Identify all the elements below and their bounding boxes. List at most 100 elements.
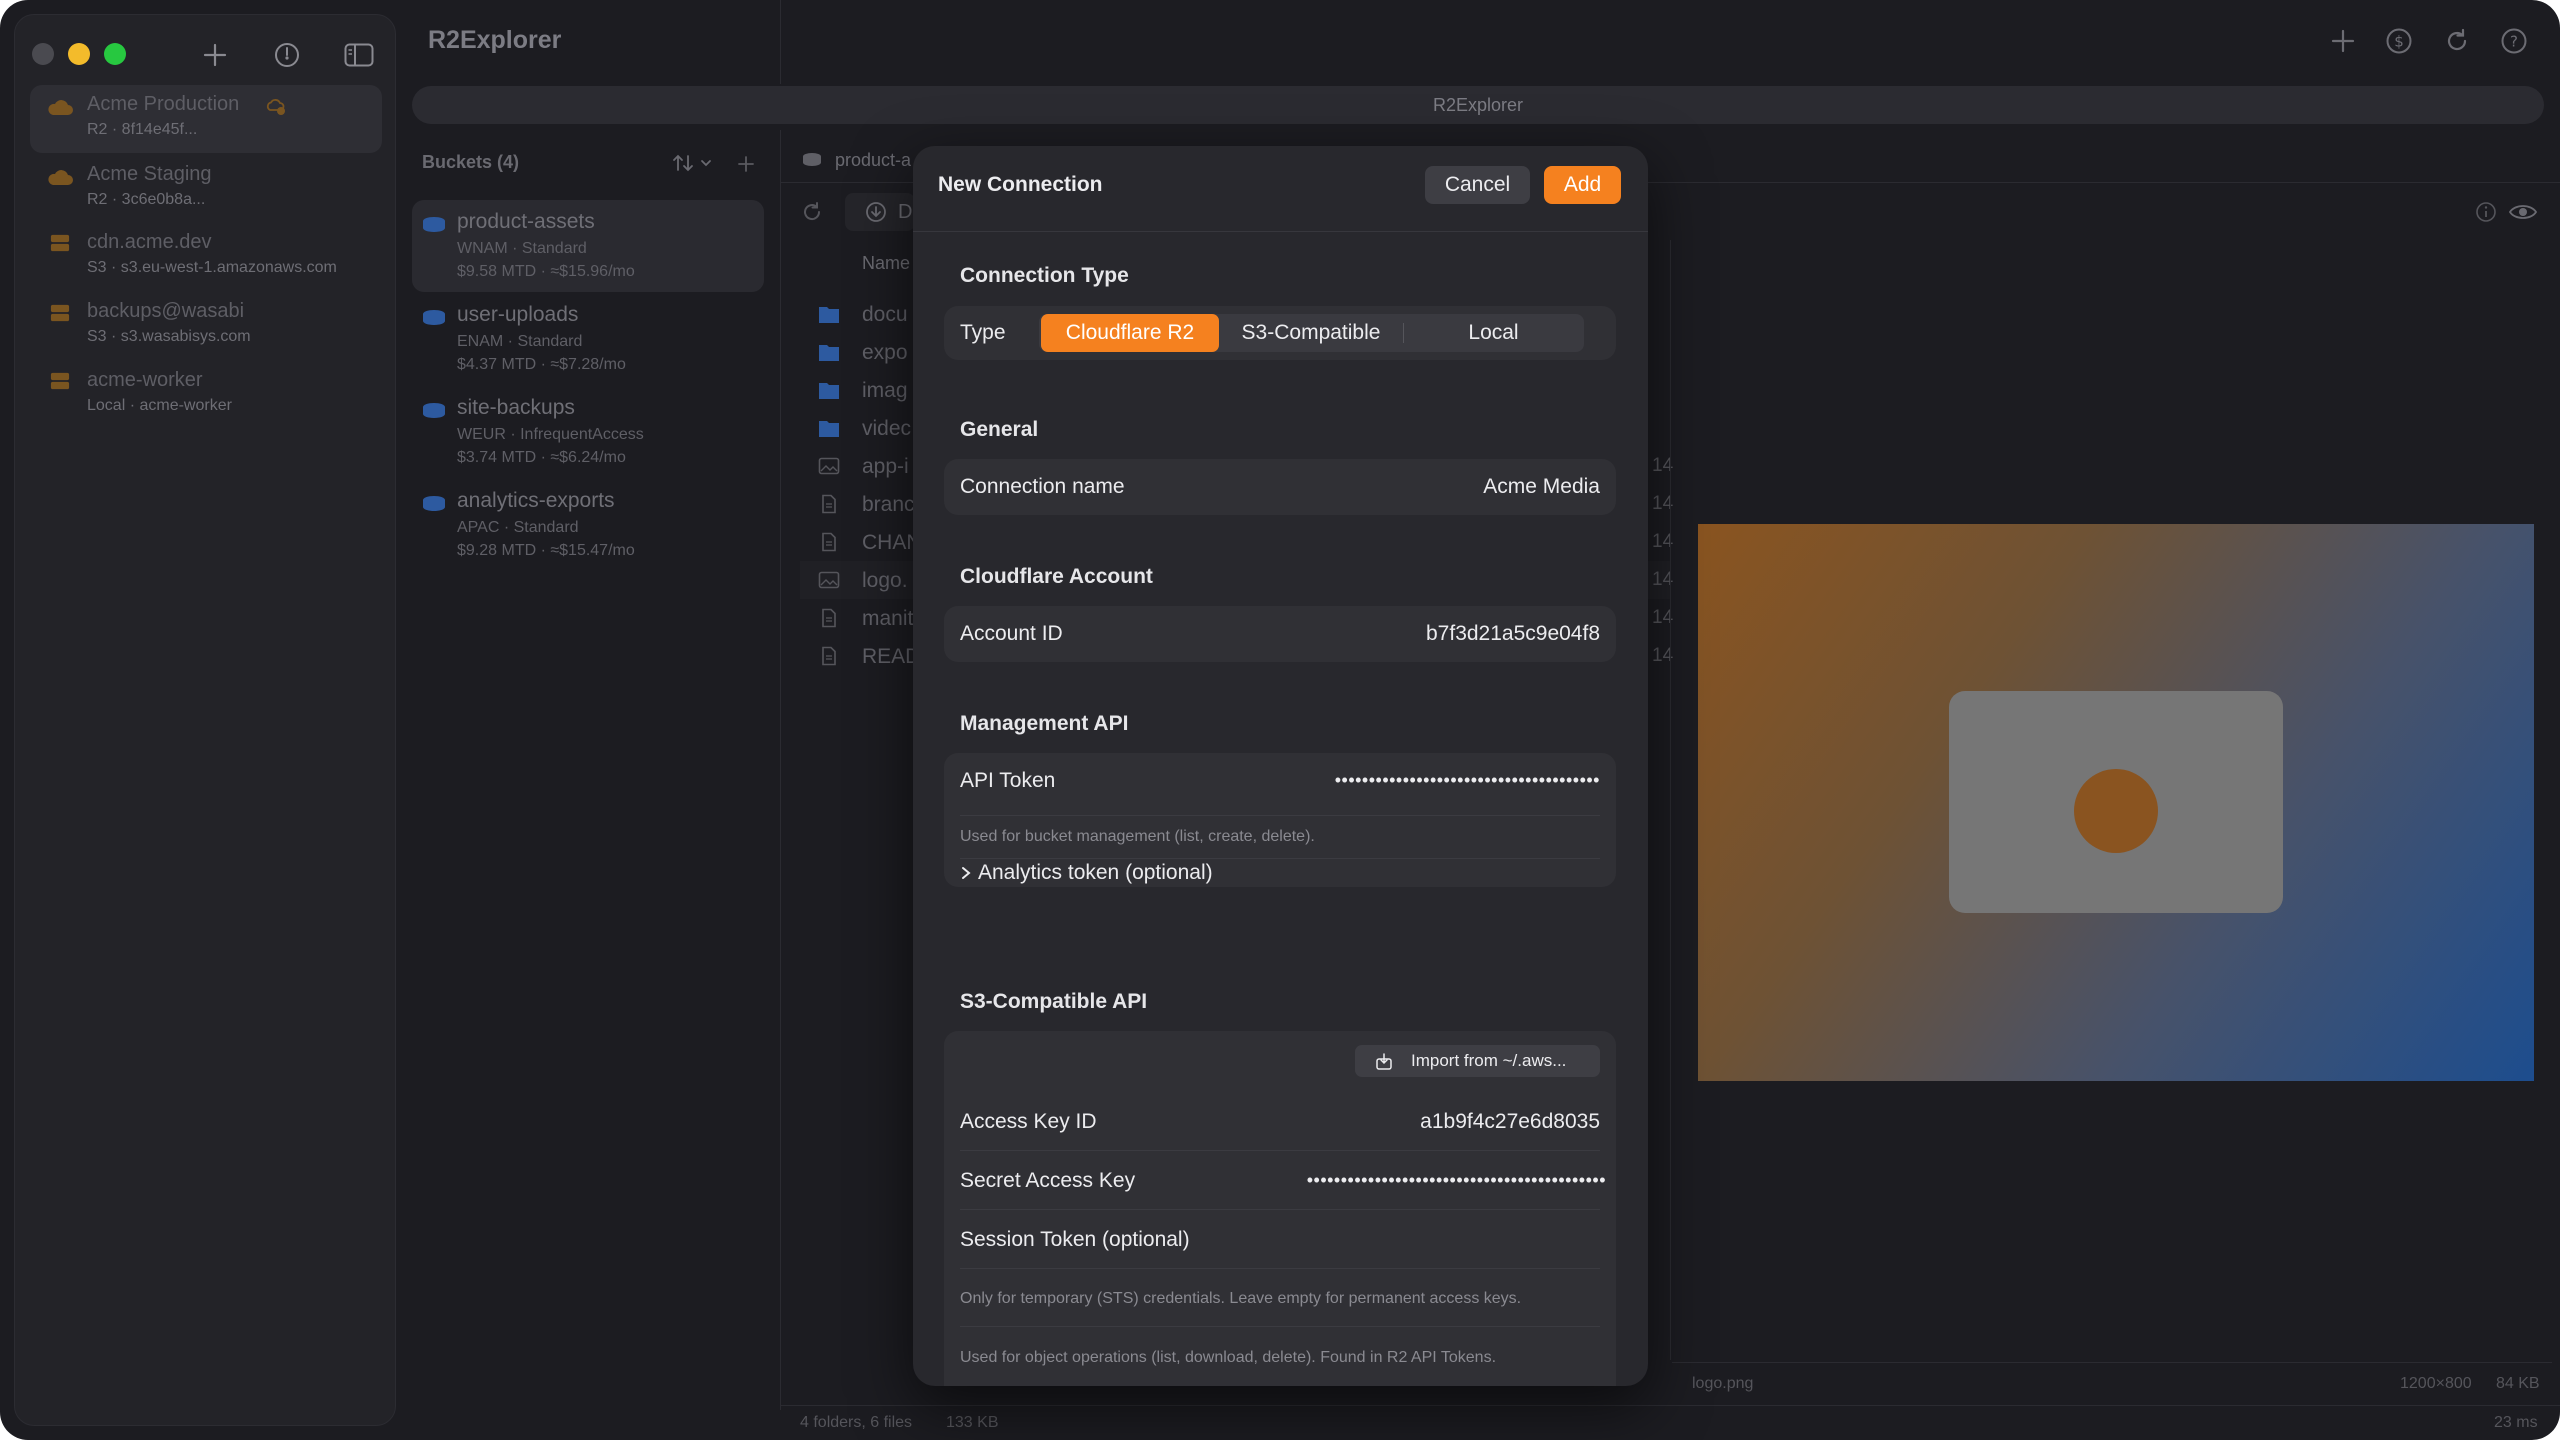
path-bar[interactable]: R2Explorer	[412, 86, 2544, 124]
bucket-meta: ENAM · Standard	[457, 333, 583, 350]
sort-icon[interactable]	[672, 152, 714, 174]
dialog-title: New Connection	[938, 173, 1103, 196]
eye-icon[interactable]	[2508, 200, 2538, 224]
row-separator	[960, 1326, 1600, 1327]
management-api-group: API Token ••••••••••••••••••••••••••••••…	[944, 753, 1616, 887]
bucket-name: analytics-exports	[457, 489, 615, 512]
download-icon	[866, 202, 886, 222]
row-separator	[960, 1150, 1600, 1151]
connection-name: backups@wasabi	[87, 300, 245, 322]
file-name: imag	[862, 379, 908, 402]
gauge-button[interactable]	[269, 37, 305, 73]
image-preview	[1698, 524, 2534, 1081]
preview-divider	[1670, 240, 1671, 1360]
connection-name: cdn.acme.dev	[87, 231, 212, 253]
close-window-button[interactable]	[32, 43, 54, 65]
file-name: videc	[862, 417, 912, 440]
option-cloudflare-r2[interactable]: Cloudflare R2	[1041, 314, 1219, 352]
access-key-id-label: Access Key ID	[960, 1110, 1097, 1133]
file-name: manit	[862, 607, 914, 630]
folder-file-count: 4 folders, 6 files	[800, 1414, 913, 1431]
document-icon	[822, 608, 836, 628]
folder-icon	[819, 307, 839, 323]
file-name: app-i	[862, 455, 909, 478]
option-s3-compatible[interactable]: S3-Compatible	[1221, 314, 1401, 352]
reload-icon[interactable]	[800, 200, 824, 224]
folder-icon	[819, 421, 839, 437]
session-token-hint: Only for temporary (STS) credentials. Le…	[960, 1290, 1522, 1307]
refresh-button[interactable]	[2440, 24, 2474, 58]
help-button[interactable]: ?	[2497, 24, 2531, 58]
document-icon	[822, 646, 836, 666]
image-file-icon	[818, 571, 840, 589]
toolbar-label: D	[898, 201, 913, 223]
cloud-icon	[48, 100, 73, 115]
section-title-connection-type: Connection Type	[960, 264, 1129, 287]
type-label: Type	[960, 321, 1006, 344]
connection-subtitle: R2 · 3c6e0b8a...	[87, 191, 206, 208]
account-id-input[interactable]: b7f3d21a5c9e04f8	[1426, 622, 1600, 646]
connection-name-label: Connection name	[960, 475, 1125, 498]
file-name: expo	[862, 341, 908, 364]
breadcrumb[interactable]: product-a	[835, 150, 911, 171]
bucket-icon	[423, 403, 445, 418]
plus-icon	[203, 43, 227, 67]
connection-type-group: Type Cloudflare R2 S3-Compatible Local	[944, 306, 1616, 360]
bucket-icon	[423, 217, 445, 232]
toggle-sidebar-button[interactable]	[341, 37, 377, 73]
connection-name: Acme Staging	[87, 163, 212, 185]
session-token-label[interactable]: Session Token (optional)	[960, 1228, 1190, 1252]
refresh-icon	[2447, 28, 2467, 51]
file-name: READ	[862, 645, 921, 668]
connection-item-acme-worker[interactable]	[30, 361, 382, 429]
preview-status-divider	[1672, 1362, 2552, 1363]
chevron-right-icon	[962, 867, 971, 879]
s3-api-hint: Used for object operations (list, downlo…	[960, 1349, 1497, 1366]
zoom-window-button[interactable]	[104, 43, 126, 65]
info-icon[interactable]	[2474, 200, 2498, 224]
bucket-name: site-backups	[457, 396, 575, 419]
app-window: Acme Production R2 · 8f14e45f... Acme St…	[0, 0, 2560, 1440]
preview-image-dot	[2074, 769, 2158, 853]
file-name: branc	[862, 493, 915, 516]
api-token-label: API Token	[960, 769, 1056, 792]
import-label: Import from ~/.aws...	[1411, 1051, 1567, 1070]
add-button[interactable]: Add	[1544, 166, 1621, 204]
cancel-button[interactable]: Cancel	[1425, 166, 1530, 204]
api-token-input[interactable]: •••••••••••••••••••••••••••••••••••••••	[1170, 770, 1600, 791]
option-local[interactable]: Local	[1405, 314, 1582, 352]
import-icon	[1376, 1053, 1392, 1070]
account-id-label: Account ID	[960, 622, 1063, 645]
add-button[interactable]	[2326, 24, 2360, 58]
preview-size: 84 KB	[2496, 1375, 2540, 1392]
status-bar-divider	[780, 1405, 2560, 1406]
add-bucket-icon[interactable]	[736, 154, 756, 174]
connection-subtitle: Local · acme-worker	[87, 397, 232, 414]
connection-name-input[interactable]: Acme Media	[1483, 475, 1600, 499]
access-key-id-input[interactable]: a1b9f4c27e6d8035	[1420, 1110, 1600, 1134]
bucket-meta: WEUR · InfrequentAccess	[457, 426, 644, 443]
buckets-header: Buckets (4)	[422, 152, 520, 172]
connection-type-selector: Cloudflare R2 S3-Compatible Local	[1039, 314, 1584, 352]
section-title-general: General	[960, 418, 1039, 441]
bucket-meta: APAC · Standard	[457, 519, 579, 536]
image-file-icon	[818, 457, 840, 475]
bucket-item-product-assets[interactable]: product-assets WNAM · Standard $9.58 MTD…	[412, 200, 764, 292]
section-title-management-api: Management API	[960, 712, 1129, 735]
sidebar-icon	[344, 43, 374, 67]
bucket-item-analytics-exports[interactable]: analytics-exports APAC · Standard $9.28 …	[412, 479, 764, 571]
connection-name: Acme Production	[87, 93, 240, 115]
folder-icon	[819, 345, 839, 361]
minimize-window-button[interactable]	[68, 43, 90, 65]
analytics-token-disclosure[interactable]: Analytics token (optional)	[960, 861, 1213, 885]
cost-button[interactable]: $	[2382, 24, 2416, 58]
secret-access-key-input[interactable]: ••••••••••••••••••••••••••••••••••••••••…	[1156, 1170, 1606, 1191]
import-aws-button[interactable]: Import from ~/.aws...	[1355, 1045, 1600, 1077]
column-header-name[interactable]: Name	[862, 253, 910, 274]
connections-sidebar: Acme Production R2 · 8f14e45f... Acme St…	[14, 14, 396, 1426]
add-connection-button[interactable]	[197, 37, 233, 73]
bucket-item-site-backups[interactable]: site-backups WEUR · InfrequentAccess $3.…	[412, 386, 764, 478]
bucket-icon	[423, 310, 445, 325]
download-button[interactable]: D	[845, 193, 915, 231]
bucket-item-user-uploads[interactable]: user-uploads ENAM · Standard $4.37 MTD ·…	[412, 293, 764, 385]
